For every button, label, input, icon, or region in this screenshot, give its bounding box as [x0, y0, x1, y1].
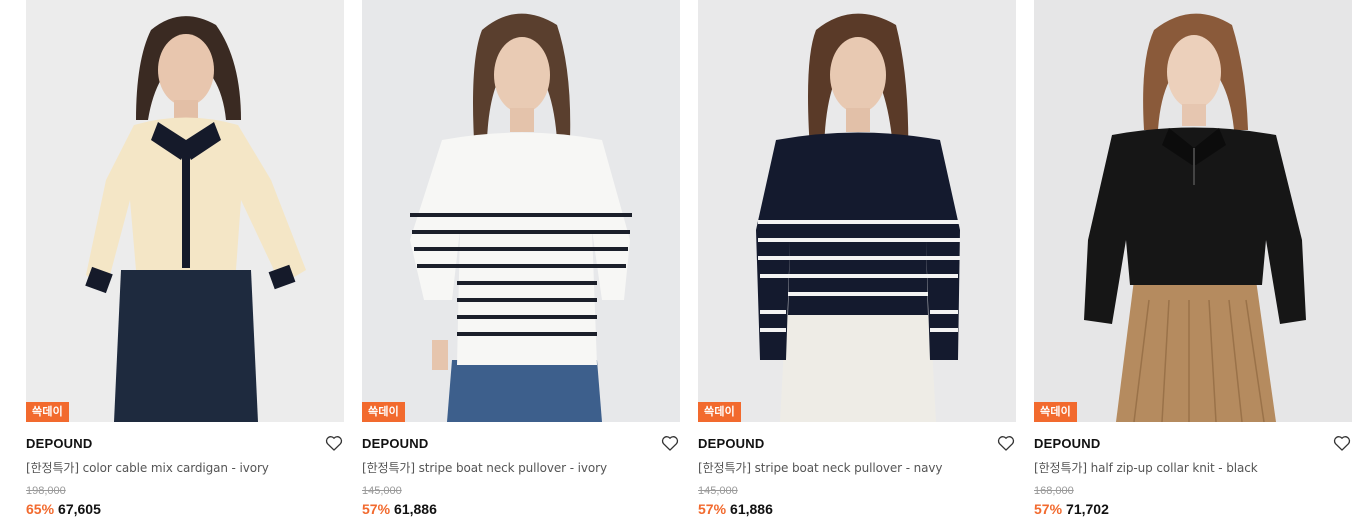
product-photo-stripe-pullover-navy	[698, 0, 1016, 422]
brand-name[interactable]: DEPOUND	[26, 436, 344, 452]
heart-icon[interactable]	[324, 433, 344, 453]
discount-rate: 57%	[698, 501, 727, 517]
product-title[interactable]: [한정특가] color cable mix cardigan - ivory	[26, 460, 344, 476]
discount-rate: 57%	[362, 501, 391, 517]
promo-badge: 쓱데이	[698, 402, 741, 422]
product-card[interactable]: 쓱데이 DEPOUND [한정특가] stripe boat neck pull…	[698, 0, 1016, 530]
product-photo-stripe-pullover-ivory	[362, 0, 680, 422]
promo-badge: 쓱데이	[26, 402, 69, 422]
heart-icon[interactable]	[1332, 433, 1352, 453]
discount-rate: 57%	[1034, 501, 1063, 517]
brand-name[interactable]: DEPOUND	[698, 436, 1016, 452]
product-grid: 쓱데이 DEPOUND [한정특가] color cable mix cardi…	[0, 0, 1357, 530]
original-price: 168,000	[1034, 485, 1074, 497]
brand-name[interactable]: DEPOUND	[362, 436, 680, 452]
sale-price: 61,886	[394, 501, 437, 517]
product-title[interactable]: [한정특가] stripe boat neck pullover - navy	[698, 460, 1016, 476]
price-row: 65% 67,605	[26, 500, 344, 518]
heart-icon[interactable]	[996, 433, 1016, 453]
promo-badge: 쓱데이	[362, 402, 405, 422]
sale-price: 61,886	[730, 501, 773, 517]
product-image[interactable]: 쓱데이	[1034, 0, 1352, 422]
sale-price: 67,605	[58, 501, 101, 517]
product-card[interactable]: 쓱데이 DEPOUND [한정특가] stripe boat neck pull…	[362, 0, 680, 530]
original-price: 145,000	[362, 485, 402, 497]
product-image[interactable]: 쓱데이	[26, 0, 344, 422]
product-title[interactable]: [한정특가] stripe boat neck pullover - ivory	[362, 460, 680, 476]
sale-price: 71,702	[1066, 501, 1109, 517]
brand-name[interactable]: DEPOUND	[1034, 436, 1352, 452]
original-price: 198,000	[26, 485, 66, 497]
price-row: 57% 61,886	[362, 500, 680, 518]
product-image[interactable]: 쓱데이	[698, 0, 1016, 422]
price-row: 57% 71,702	[1034, 500, 1352, 518]
product-photo-collar-knit-black	[1034, 0, 1352, 422]
product-title[interactable]: [한정특가] half zip-up collar knit - black	[1034, 460, 1352, 476]
price-row: 57% 61,886	[698, 500, 1016, 518]
product-card[interactable]: 쓱데이 DEPOUND [한정특가] half zip-up collar kn…	[1034, 0, 1352, 530]
promo-badge: 쓱데이	[1034, 402, 1077, 422]
discount-rate: 65%	[26, 501, 55, 517]
product-card[interactable]: 쓱데이 DEPOUND [한정특가] color cable mix cardi…	[26, 0, 344, 530]
product-photo-cardigan-ivory	[26, 0, 344, 422]
original-price: 145,000	[698, 485, 738, 497]
heart-icon[interactable]	[660, 433, 680, 453]
product-image[interactable]: 쓱데이	[362, 0, 680, 422]
